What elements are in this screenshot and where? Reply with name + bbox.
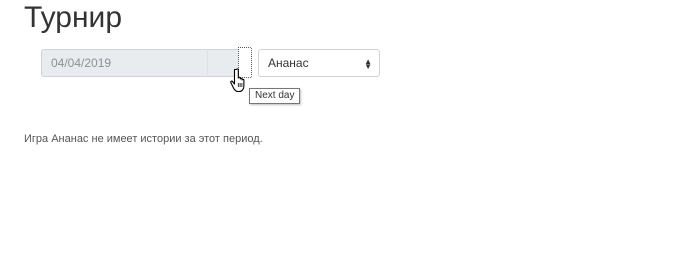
next-day-tooltip: Next day	[249, 88, 301, 104]
date-input[interactable]: 04/04/2019	[41, 49, 207, 77]
page-title: Турнир	[24, 1, 122, 34]
page: Турнир 04/04/2019 Ананас ▲ ▼ Next day Игр…	[0, 0, 700, 254]
game-select[interactable]: Ананас ▲ ▼	[258, 49, 380, 77]
game-select-value: Ананас	[268, 56, 309, 70]
updown-caret-icon: ▲ ▼	[364, 56, 372, 71]
hand-pointer-icon	[230, 68, 245, 93]
history-message: Игра Ананас не имеет истории за этот пер…	[24, 133, 263, 145]
